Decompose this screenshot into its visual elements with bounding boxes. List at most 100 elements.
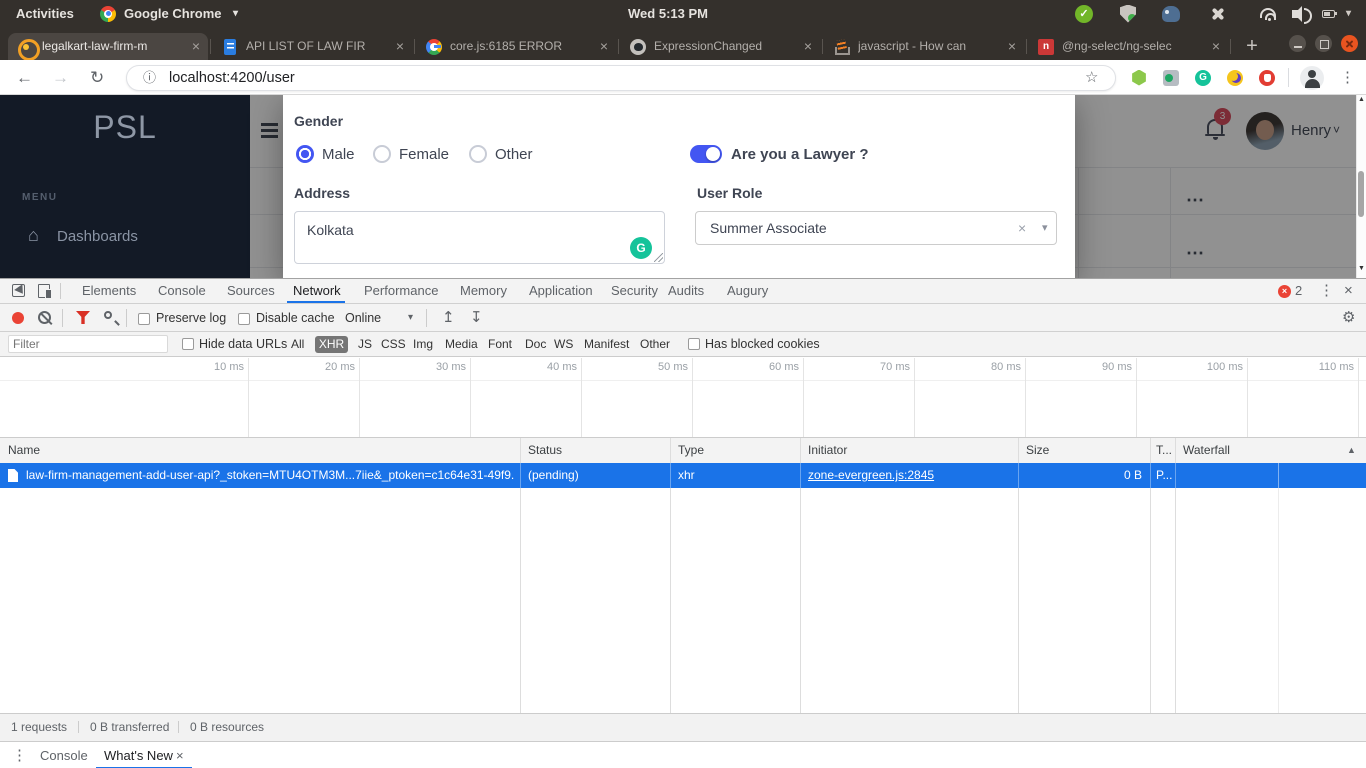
tab-close-icon[interactable]: ×: [600, 33, 608, 60]
column-header-status[interactable]: Status: [528, 438, 562, 463]
select-caret-icon[interactable]: ▾: [1042, 212, 1048, 244]
grammarly-badge-icon[interactable]: G: [630, 237, 652, 259]
import-har-icon[interactable]: ↥: [442, 304, 455, 332]
postgresql-icon[interactable]: [1162, 6, 1180, 22]
new-tab-button[interactable]: +: [1240, 34, 1264, 58]
devtools-menu-icon[interactable]: ⋮: [1319, 279, 1334, 303]
node-extension-icon[interactable]: [1131, 70, 1147, 86]
devtools-tab-elements[interactable]: Elements: [82, 279, 136, 303]
error-count[interactable]: 2: [1295, 279, 1302, 303]
url-text[interactable]: localhost:4200/user: [169, 66, 295, 90]
scrollbar-thumb[interactable]: [1358, 171, 1364, 217]
hide-data-urls-label[interactable]: Hide data URLs: [199, 330, 287, 358]
address-bar[interactable]: ⓘ localhost:4200/user ☆: [126, 65, 1116, 91]
radio-other[interactable]: [469, 145, 487, 163]
devtools-tab-performance[interactable]: Performance: [364, 279, 438, 303]
status-check-icon[interactable]: ✓: [1075, 5, 1093, 23]
profile-avatar-icon[interactable]: [1300, 66, 1324, 90]
forward-button[interactable]: →: [52, 60, 69, 95]
disable-cache-checkbox[interactable]: [238, 313, 250, 325]
back-button[interactable]: ←: [16, 60, 33, 95]
filter-pill-xhr[interactable]: XHR: [315, 336, 348, 353]
preserve-log-label[interactable]: Preserve log: [156, 304, 226, 332]
activities-button[interactable]: Activities: [16, 0, 74, 27]
column-header-name[interactable]: Name: [8, 438, 40, 463]
column-header-type[interactable]: Type: [678, 438, 704, 463]
adblock-extension-icon[interactable]: [1259, 70, 1275, 86]
request-initiator-link[interactable]: zone-evergreen.js:2845: [808, 463, 934, 488]
tray-extension-icon[interactable]: [1210, 6, 1226, 22]
grammarly-extension-icon[interactable]: G: [1195, 70, 1211, 86]
devtools-tab-augury[interactable]: Augury: [727, 279, 768, 303]
filter-pill-ws[interactable]: WS: [554, 336, 573, 353]
disable-cache-label[interactable]: Disable cache: [256, 304, 335, 332]
search-icon[interactable]: [104, 311, 112, 319]
volume-icon[interactable]: [1292, 10, 1298, 18]
filter-pill-manifest[interactable]: Manifest: [584, 336, 629, 353]
bookmark-star-icon[interactable]: ☆: [1085, 66, 1098, 90]
inspect-element-icon[interactable]: [12, 284, 25, 297]
error-badge-icon[interactable]: ×: [1278, 285, 1291, 298]
radio-female-label[interactable]: Female: [399, 146, 449, 163]
filter-pill-other[interactable]: Other: [640, 336, 670, 353]
filter-input[interactable]: [8, 335, 168, 353]
tab-close-icon[interactable]: ×: [192, 33, 200, 60]
browser-tab-github[interactable]: ExpressionChanged ×: [620, 33, 820, 60]
browser-tab-stackoverflow[interactable]: javascript - How can ×: [824, 33, 1024, 60]
browser-menu-icon[interactable]: ⋮: [1340, 60, 1355, 95]
devtools-tab-console[interactable]: Console: [158, 279, 206, 303]
address-textarea[interactable]: Kolkata: [294, 211, 665, 264]
column-header-waterfall[interactable]: Waterfall: [1183, 438, 1230, 463]
system-menu-caret-icon[interactable]: ▾: [1346, 0, 1351, 27]
window-close-button[interactable]: [1341, 35, 1358, 52]
throttling-select[interactable]: Online: [345, 304, 381, 332]
devtools-tab-network[interactable]: Network: [293, 279, 341, 303]
app-menu[interactable]: Google Chrome: [124, 0, 222, 27]
radio-female[interactable]: [373, 145, 391, 163]
filter-pill-all[interactable]: All: [291, 336, 304, 353]
lawyer-toggle[interactable]: [690, 145, 722, 163]
filter-pill-doc[interactable]: Doc: [525, 336, 546, 353]
window-minimize-button[interactable]: [1289, 35, 1306, 52]
request-name[interactable]: law-firm-management-add-user-api?_stoken…: [26, 463, 514, 488]
export-har-icon[interactable]: ↧: [470, 304, 483, 332]
column-header-time[interactable]: T...: [1156, 438, 1172, 463]
network-settings-gear-icon[interactable]: ⚙: [1342, 304, 1355, 332]
tab-close-icon[interactable]: ×: [1008, 33, 1016, 60]
filter-pill-img[interactable]: Img: [413, 336, 433, 353]
info-icon[interactable]: ⓘ: [143, 66, 156, 90]
devtools-tab-security[interactable]: Security: [611, 279, 658, 303]
user-role-select[interactable]: Summer Associate × ▾: [695, 211, 1057, 245]
sort-ascending-icon[interactable]: ▲: [1347, 438, 1356, 463]
drawer-tab-console[interactable]: Console: [40, 742, 88, 768]
devtools-tab-audits[interactable]: Audits: [668, 279, 704, 303]
drawer-menu-icon[interactable]: ⋮: [12, 742, 27, 768]
radio-male[interactable]: [296, 145, 314, 163]
battery-icon[interactable]: [1322, 10, 1335, 18]
gray-extension-icon[interactable]: [1163, 70, 1179, 86]
devtools-close-icon[interactable]: ×: [1344, 279, 1353, 303]
clock[interactable]: Wed 5:13 PM: [628, 0, 708, 27]
throttling-caret-icon[interactable]: ▾: [408, 304, 413, 332]
filter-pill-font[interactable]: Font: [488, 336, 512, 353]
reload-button[interactable]: ↻: [90, 60, 104, 95]
tab-close-icon[interactable]: ×: [1212, 33, 1220, 60]
devtools-tab-application[interactable]: Application: [529, 279, 593, 303]
shield-check-icon[interactable]: [1120, 5, 1136, 23]
devtools-tab-sources[interactable]: Sources: [227, 279, 275, 303]
browser-tab-docs[interactable]: API LIST OF LAW FIR ×: [212, 33, 412, 60]
record-button[interactable]: [12, 312, 24, 324]
browser-tab-legalkart[interactable]: legalkart-law-firm-m ×: [8, 33, 208, 60]
devtools-tab-memory[interactable]: Memory: [460, 279, 507, 303]
tab-close-icon[interactable]: ×: [396, 33, 404, 60]
column-header-size[interactable]: Size: [1026, 438, 1049, 463]
filter-pill-media[interactable]: Media: [445, 336, 478, 353]
hide-data-urls-checkbox[interactable]: [182, 338, 194, 350]
browser-tab-npm[interactable]: n @ng-select/ng-selec ×: [1028, 33, 1228, 60]
drawer-tab-close-icon[interactable]: ×: [176, 742, 184, 768]
has-blocked-cookies-label[interactable]: Has blocked cookies: [705, 330, 820, 358]
scroll-up-icon[interactable]: ▲: [1358, 96, 1365, 103]
scroll-down-icon[interactable]: ▼: [1358, 265, 1365, 272]
preserve-log-checkbox[interactable]: [138, 313, 150, 325]
browser-tab-google-search[interactable]: core.js:6185 ERROR ×: [416, 33, 616, 60]
